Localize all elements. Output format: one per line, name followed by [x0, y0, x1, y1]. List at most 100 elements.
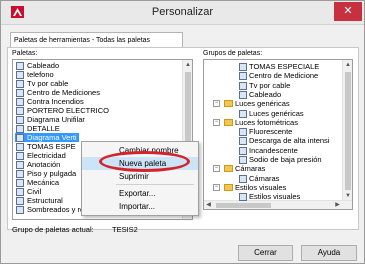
- palette-icon: [239, 146, 247, 155]
- palette-list-item[interactable]: Mecánica: [15, 178, 61, 187]
- palette-list-item-label: Estructural: [27, 196, 63, 205]
- palette-list-item[interactable]: DETALLE: [15, 124, 62, 133]
- current-group-value: TESIS2: [112, 225, 138, 234]
- palette-list-item-label: telefono: [27, 70, 54, 79]
- highlight-ellipse: [99, 151, 190, 172]
- tree-expander-icon[interactable]: −: [213, 165, 220, 173]
- tree-item-label: Descarga de alta intensi: [249, 136, 330, 146]
- context-menu-item[interactable]: Exportar...: [82, 187, 198, 200]
- palette-list-item-label: Diagrama Unifilar: [27, 115, 85, 124]
- palette-icon: [16, 62, 24, 70]
- palette-icon: [16, 134, 24, 142]
- close-button[interactable]: Cerrar: [238, 245, 293, 261]
- tree-palette-item[interactable]: Incandescente: [238, 146, 298, 155]
- palette-list-item-label: TOMAS ESPE: [27, 142, 76, 151]
- tree-item-label: Centro de Medicione: [249, 71, 319, 81]
- tree-item-label: Tv por cable: [249, 80, 291, 90]
- palette-icon: [16, 116, 24, 124]
- context-menu-item[interactable]: Importar...: [82, 200, 198, 213]
- tree-palette-item[interactable]: Luces genéricas: [238, 109, 304, 118]
- scroll-up-icon[interactable]: ▲: [343, 60, 352, 70]
- tree-palette-item[interactable]: Sodio de baja presión: [238, 155, 322, 164]
- groups-vscrollbar[interactable]: ▲ ▼: [342, 60, 352, 201]
- palette-icon: [239, 72, 247, 81]
- tree-item-label: Incandescente: [249, 145, 298, 155]
- title-bar[interactable]: Personalizar ✕: [1, 1, 364, 25]
- tree-palette-item[interactable]: Cámaras: [238, 174, 279, 183]
- current-group-label: Grupo de paletas actual:: [12, 225, 94, 234]
- tree-palette-item[interactable]: Estilos visuales: [238, 192, 301, 202]
- menu-separator: [116, 184, 194, 185]
- tree-item-label: Fluorescente: [249, 127, 293, 137]
- tree-palette-item[interactable]: TOMAS ESPECIALE: [238, 62, 319, 71]
- tree-item-label: Estilos visuales: [249, 192, 301, 202]
- dialog-title: Personalizar: [151, 6, 214, 18]
- palette-icon: [16, 89, 24, 97]
- scroll-thumb[interactable]: [345, 72, 351, 190]
- palette-list-item[interactable]: Diagrama Verti: [15, 133, 79, 142]
- palette-list-item-label: PORTERO ELECTRICO: [27, 106, 109, 115]
- palette-icon: [16, 197, 24, 205]
- scroll-left-icon[interactable]: ◀: [204, 201, 213, 209]
- palette-list-item[interactable]: Tv por cable: [15, 79, 70, 88]
- palette-icon: [239, 174, 247, 183]
- palette-list-item[interactable]: Contra Incendios: [15, 97, 86, 106]
- scroll-thumb[interactable]: [216, 203, 271, 208]
- palette-icon: [239, 156, 247, 164]
- palette-icon: [239, 90, 247, 99]
- palette-list-item[interactable]: Centro de Mediciones: [15, 88, 102, 97]
- palette-list-item[interactable]: Electricidad: [15, 151, 68, 160]
- tree-palette-item[interactable]: Descarga de alta intensi: [238, 136, 330, 146]
- palette-icon: [16, 98, 24, 106]
- tree-expander-icon[interactable]: −: [213, 100, 220, 108]
- tree-item-label: Estilos visuales: [235, 182, 287, 192]
- palette-list-item[interactable]: TOMAS ESPE: [15, 142, 78, 151]
- palette-list-item[interactable]: telefono: [15, 70, 56, 79]
- help-button[interactable]: Ayuda: [301, 245, 357, 261]
- folder-icon: [224, 165, 233, 173]
- palette-list-item-label: Contra Incendios: [27, 97, 84, 106]
- tree-expander-icon[interactable]: −: [213, 118, 220, 126]
- palette-icon: [239, 63, 247, 71]
- tree-item-label: Sodio de baja presión: [249, 155, 322, 164]
- tree-expander-icon[interactable]: −: [213, 183, 220, 191]
- tree-item-label: Cámaras: [235, 164, 266, 174]
- palette-icon: [16, 107, 24, 115]
- tree-palette-item[interactable]: Tv por cable: [238, 81, 290, 90]
- tree-palette-item[interactable]: Cableado: [238, 90, 281, 99]
- tree-group-item[interactable]: Cámaras: [224, 164, 265, 173]
- tree-item-label: Cámaras: [249, 173, 280, 183]
- palette-icon: [16, 179, 24, 187]
- palette-icon: [239, 81, 247, 90]
- palette-list-item[interactable]: Diagrama Unifilar: [15, 115, 87, 124]
- groups-hscrollbar[interactable]: ◀ ▶: [204, 200, 352, 209]
- palette-list-item[interactable]: Piso y pulgada: [15, 169, 78, 178]
- palette-list-item[interactable]: PORTERO ELECTRICO: [15, 106, 111, 115]
- groups-label: Grupos de paletas:: [203, 50, 263, 57]
- palette-list-item-label: Civil: [27, 187, 42, 196]
- folder-icon: [224, 183, 233, 191]
- close-icon[interactable]: ✕: [334, 2, 362, 21]
- palette-groups-tree[interactable]: ▲ ▼ ◀ ▶ TOMAS ESPECIALE Centro de Medicio…: [203, 59, 353, 210]
- palette-list-item-label: Tv por cable: [27, 79, 69, 88]
- folder-icon: [224, 118, 233, 126]
- palette-icon: [16, 152, 24, 160]
- tree-palette-item[interactable]: Centro de Medicione: [238, 71, 319, 81]
- palette-icon: [16, 143, 24, 151]
- palette-list-item-label: Piso y pulgada: [27, 169, 77, 178]
- palettes-label: Paletas:: [12, 50, 38, 57]
- palette-list-item[interactable]: Cableado: [15, 61, 61, 70]
- palette-list-item[interactable]: Anotación: [15, 160, 62, 169]
- palette-list-item-label: Anotación: [27, 160, 61, 169]
- palette-list-item[interactable]: Civil: [15, 187, 43, 196]
- palette-icon: [16, 170, 24, 178]
- tab-todas-las-paletas[interactable]: Paletas de herramientas - Todas las pale…: [10, 32, 183, 48]
- scroll-up-icon[interactable]: ▲: [183, 60, 192, 70]
- scroll-right-icon[interactable]: ▶: [333, 201, 342, 209]
- tree-group-item[interactable]: Estilos visuales: [224, 183, 286, 192]
- palette-list-item-label: Centro de Mediciones: [27, 88, 100, 97]
- tree-group-item[interactable]: Luces genéricas: [224, 99, 290, 108]
- tree-group-item[interactable]: Luces fotométricas: [224, 118, 298, 127]
- tree-palette-item[interactable]: Fluorescente: [238, 127, 293, 137]
- palette-list-item[interactable]: Estructural: [15, 196, 65, 205]
